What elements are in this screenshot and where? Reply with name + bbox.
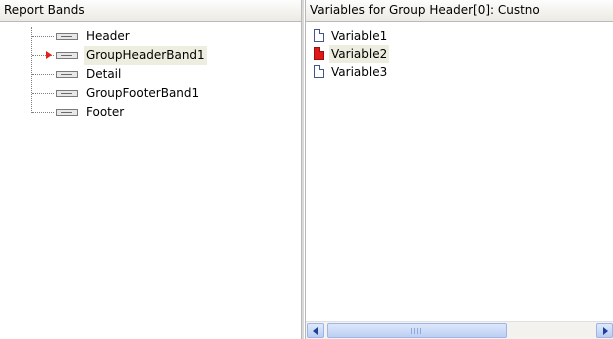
band-icon <box>56 90 78 97</box>
tree-item-detail[interactable]: Detail <box>0 65 301 84</box>
tree-item-footer[interactable]: Footer <box>0 103 301 122</box>
red-document-icon <box>314 47 324 60</box>
tree-branch-line <box>32 93 54 94</box>
variables-header: Variables for Group Header[0]: Custno <box>306 0 613 22</box>
band-icon <box>56 33 78 40</box>
tree-branch-line <box>32 36 54 37</box>
tree-item-header[interactable]: Header <box>0 27 301 46</box>
variables-list: Variable1 Variable2 Variable3 <box>306 22 613 81</box>
band-icon <box>56 52 78 59</box>
tree-item-label[interactable]: Footer <box>84 103 126 122</box>
tree-item-label[interactable]: Header <box>84 27 132 46</box>
tree-item-label[interactable]: GroupHeaderBand1 <box>84 46 207 65</box>
variable-label[interactable]: Variable1 <box>329 27 389 45</box>
tree-branch-line <box>32 74 54 75</box>
report-bands-window: Report Bands Header GroupHeaderBand1 Det… <box>0 0 613 339</box>
chevron-right-icon <box>603 327 608 335</box>
variables-panel: Variables for Group Header[0]: Custno Va… <box>305 0 613 339</box>
panel-splitter[interactable] <box>302 0 304 339</box>
band-icon <box>56 71 78 78</box>
band-icon <box>56 109 78 116</box>
chevron-left-icon <box>313 327 318 335</box>
tree-item-groupheaderband1[interactable]: GroupHeaderBand1 <box>0 46 301 65</box>
variable-item-variable1[interactable]: Variable1 <box>306 27 613 45</box>
tree-branch-line <box>32 112 54 113</box>
scroll-left-button[interactable] <box>307 323 324 338</box>
variable-label[interactable]: Variable2 <box>329 45 390 63</box>
variable-item-variable3[interactable]: Variable3 <box>306 63 613 81</box>
variable-item-variable2[interactable]: Variable2 <box>306 45 613 63</box>
red-arrow-icon <box>46 51 52 59</box>
report-bands-header: Report Bands <box>0 0 301 22</box>
tree-item-label[interactable]: Detail <box>84 65 123 84</box>
band-tree: Header GroupHeaderBand1 Detail GroupFoot… <box>0 22 301 122</box>
scroll-right-button[interactable] <box>596 323 613 338</box>
document-icon <box>314 65 324 78</box>
grip-icon <box>411 328 423 334</box>
report-bands-panel: Report Bands Header GroupHeaderBand1 Det… <box>0 0 302 339</box>
horizontal-scrollbar[interactable] <box>306 321 613 339</box>
document-icon <box>314 29 324 42</box>
variable-label[interactable]: Variable3 <box>329 63 389 81</box>
scroll-thumb[interactable] <box>327 323 507 338</box>
tree-item-groupfooterband1[interactable]: GroupFooterBand1 <box>0 84 301 103</box>
tree-item-label[interactable]: GroupFooterBand1 <box>84 84 201 103</box>
